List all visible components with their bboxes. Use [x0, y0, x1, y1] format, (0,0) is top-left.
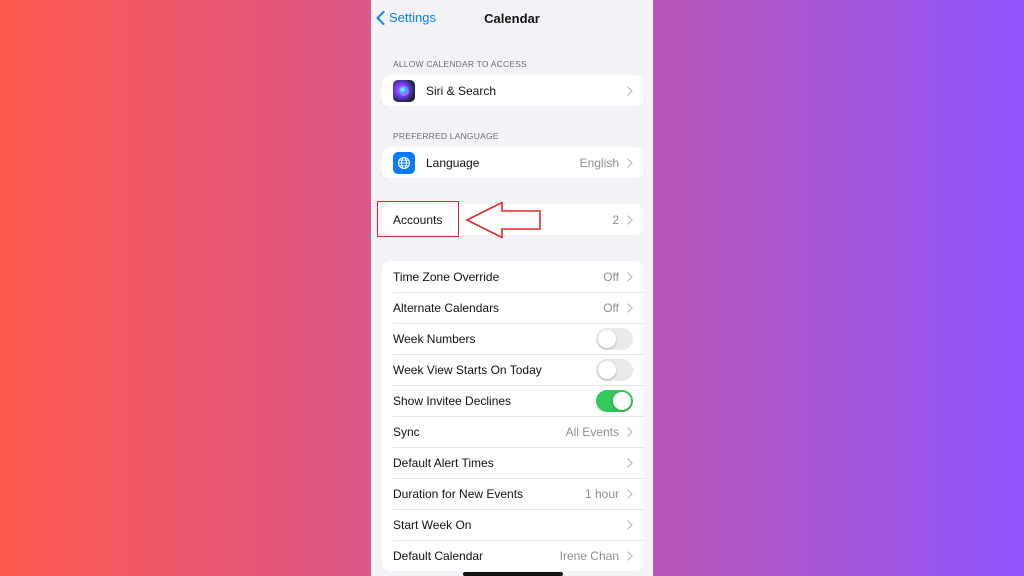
week-numbers-toggle[interactable]	[596, 327, 633, 350]
chevron-right-icon	[627, 302, 633, 313]
language-row[interactable]: Language English	[382, 147, 643, 178]
row-label: Default Calendar	[393, 548, 484, 563]
week-view-starts-today-row: Week View Starts On Today	[382, 354, 643, 385]
week-numbers-row: Week Numbers	[382, 323, 643, 354]
alternate-calendars-row[interactable]: Alternate Calendars Off	[382, 292, 643, 323]
settings-group: Time Zone Override Off Alternate Calenda…	[382, 261, 643, 571]
row-value: English	[579, 155, 619, 170]
row-label: Start Week On	[393, 517, 472, 532]
row-value: All Events	[565, 424, 619, 439]
row-label: Duration for New Events	[393, 486, 524, 501]
row-label: Default Alert Times	[393, 455, 494, 470]
row-label: Alternate Calendars	[393, 300, 500, 315]
chevron-right-icon	[627, 271, 633, 282]
section-header-access: ALLOW CALENDAR TO ACCESS	[393, 59, 527, 69]
chevron-right-icon	[627, 426, 633, 437]
row-label: Show Invitee Declines	[393, 393, 512, 408]
row-value: Irene Chan	[559, 548, 619, 563]
page-title: Calendar	[484, 11, 540, 26]
start-week-on-row[interactable]: Start Week On	[382, 509, 643, 540]
show-invitee-declines-row: Show Invitee Declines	[382, 385, 643, 416]
row-value: Off	[603, 269, 619, 284]
row-value: Off	[603, 300, 619, 315]
row-value: 2	[612, 212, 619, 227]
language-group: Language English	[382, 147, 643, 178]
phone-screen: Settings Calendar ALLOW CALENDAR TO ACCE…	[371, 0, 653, 576]
accounts-highlight-box	[377, 201, 459, 237]
navigation-bar: Settings Calendar	[371, 0, 653, 38]
row-label: Time Zone Override	[393, 269, 500, 284]
chevron-right-icon	[627, 457, 633, 468]
siri-icon	[393, 79, 415, 102]
sync-row[interactable]: Sync All Events	[382, 416, 643, 447]
section-header-language: PREFERRED LANGUAGE	[393, 131, 499, 141]
chevron-right-icon	[627, 214, 633, 225]
chevron-right-icon	[627, 85, 633, 96]
row-label: Siri & Search	[426, 83, 497, 98]
access-group: Siri & Search	[382, 75, 643, 106]
row-label: Week View Starts On Today	[393, 362, 542, 377]
row-value: 1 hour	[584, 486, 619, 501]
time-zone-override-row[interactable]: Time Zone Override Off	[382, 261, 643, 292]
chevron-right-icon	[627, 488, 633, 499]
globe-icon	[393, 151, 415, 174]
default-alert-times-row[interactable]: Default Alert Times	[382, 447, 643, 478]
row-label: Language	[426, 155, 480, 170]
siri-search-row[interactable]: Siri & Search	[382, 75, 643, 106]
chevron-right-icon	[627, 519, 633, 530]
default-calendar-row[interactable]: Default Calendar Irene Chan	[382, 540, 643, 571]
chevron-right-icon	[627, 550, 633, 561]
week-view-starts-today-toggle[interactable]	[596, 358, 633, 381]
row-label: Sync	[393, 424, 420, 439]
chevron-right-icon	[627, 157, 633, 168]
duration-new-events-row[interactable]: Duration for New Events 1 hour	[382, 478, 643, 509]
left-arrow-icon	[465, 201, 541, 239]
row-label: Week Numbers	[393, 331, 476, 346]
home-indicator	[463, 572, 563, 576]
show-invitee-declines-toggle[interactable]	[596, 389, 633, 412]
